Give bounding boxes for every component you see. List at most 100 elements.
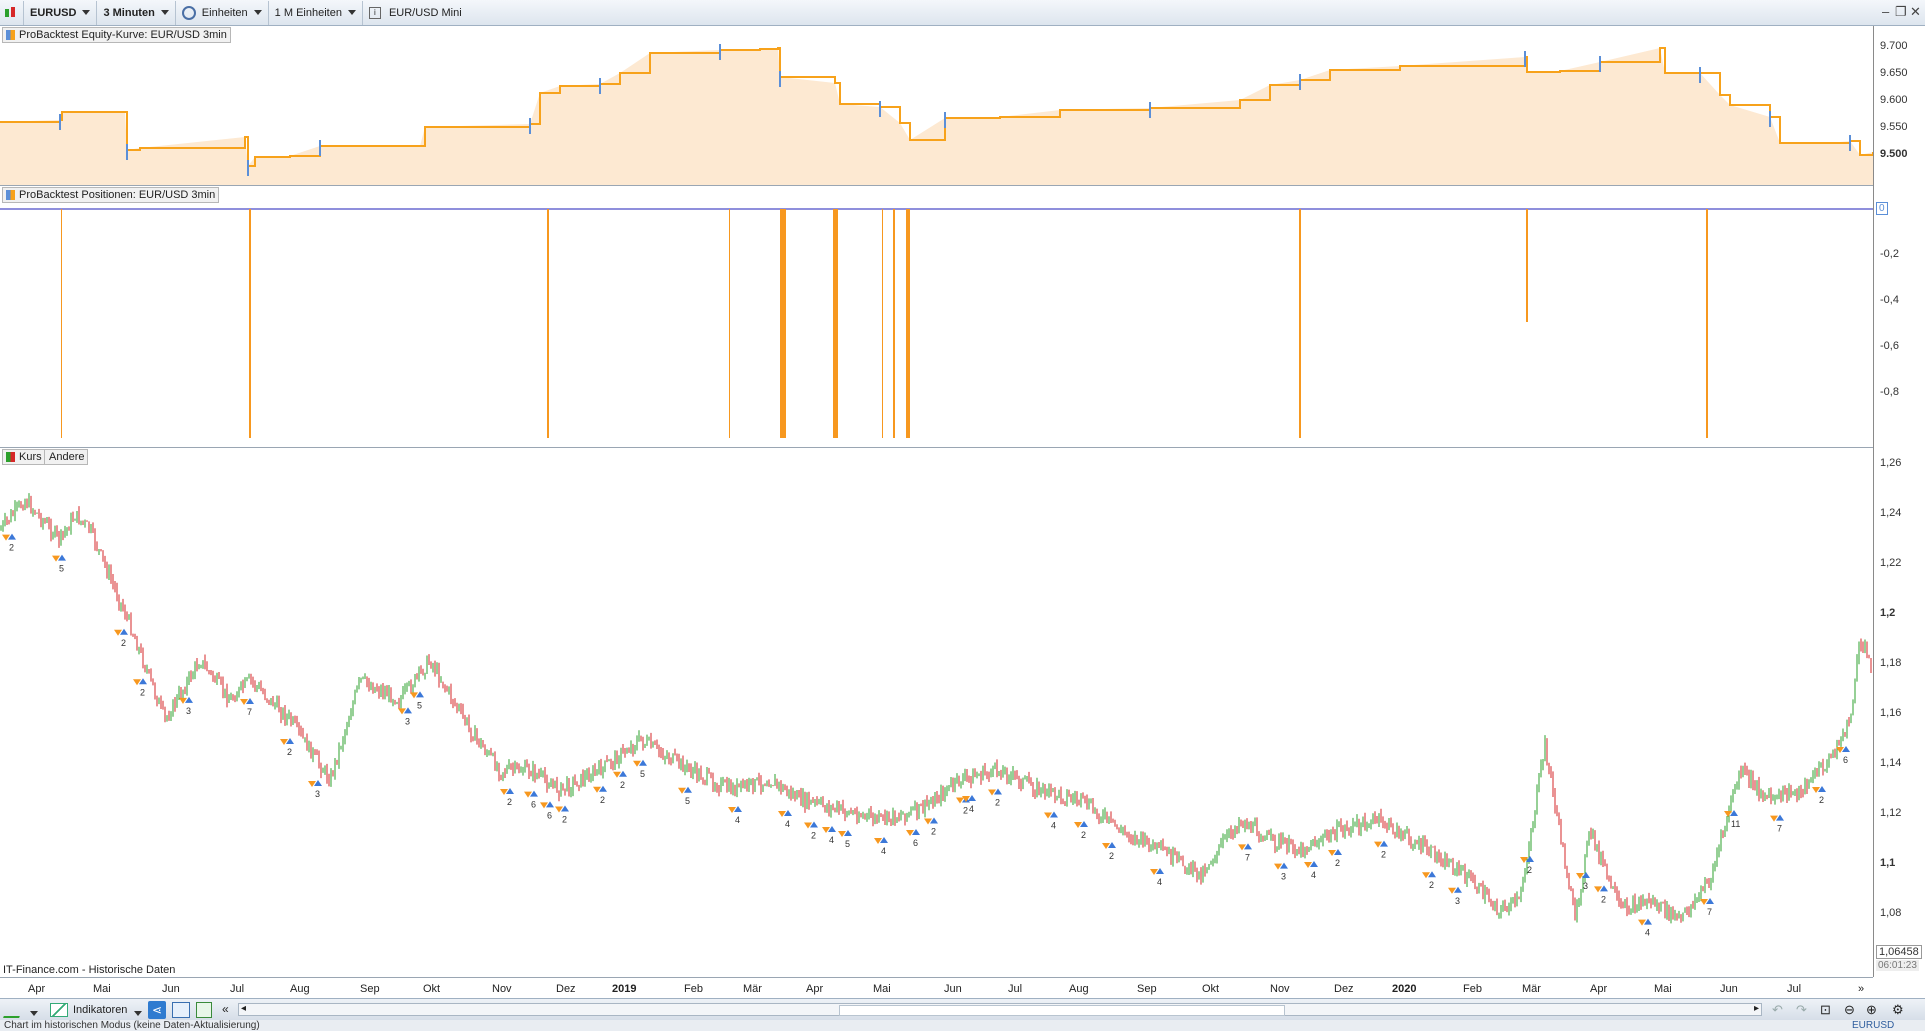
buy-arrow-icon — [546, 801, 554, 808]
status-symbol: EURUSD — [1852, 1020, 1895, 1031]
equity-panel-label[interactable]: ProBacktest Equity-Kurve: EUR/USD 3min — [2, 27, 231, 43]
buy-arrow-icon — [619, 770, 627, 777]
x-tick: Sep — [360, 983, 380, 995]
sell-arrow-icon — [1724, 811, 1732, 817]
sell-arrow-icon — [1328, 850, 1336, 856]
undo-icon[interactable]: ↶ — [1772, 1002, 1783, 1018]
trade-count-label: 2 — [1381, 850, 1386, 860]
x-tick: Okt — [423, 983, 441, 995]
equity-ytick: 9.500 — [1880, 148, 1908, 160]
positions-ytick: -0,8 — [1880, 386, 1899, 398]
x-tick: Sep — [1137, 983, 1157, 995]
price-ytick: 1,16 — [1880, 707, 1902, 719]
sell-arrow-icon — [822, 827, 830, 833]
trade-count-label: 3 — [1455, 896, 1460, 906]
collapse-left-icon[interactable]: « — [222, 1002, 229, 1016]
sell-arrow-icon — [1638, 919, 1646, 926]
trade-count-label: 7 — [1777, 824, 1782, 834]
current-price-label: 1,06458 — [1876, 945, 1922, 959]
buy-arrow-icon — [1334, 849, 1342, 855]
trade-count-label: 2 — [1527, 865, 1532, 875]
position-bar — [780, 209, 786, 438]
trade-count-label: 2 — [620, 780, 625, 790]
sell-arrow-icon — [956, 797, 964, 804]
trade-count-label: 2 — [811, 831, 816, 841]
x-tick: Feb — [684, 983, 703, 995]
chart-canvas[interactable]: 25223 723352 66 222554 42 4 54622 42422473 42223… — [0, 0, 1925, 1031]
panel-divider — [0, 977, 1873, 978]
zoom-out-icon[interactable]: ⊖ — [1844, 1002, 1855, 1018]
positions-panel-label[interactable]: ProBacktest Positionen: EUR/USD 3min — [2, 187, 220, 203]
trade-count-label: 6 — [913, 838, 918, 848]
sell-arrow-icon — [500, 789, 508, 795]
buy-arrow-icon — [530, 790, 538, 797]
position-bar — [1299, 209, 1301, 438]
trade-count-label: 2 — [562, 815, 567, 825]
scrollbar-thumb[interactable] — [839, 1005, 1285, 1016]
price-panel-tag-andere[interactable]: Andere — [44, 449, 89, 465]
layout-icon[interactable] — [172, 1002, 190, 1018]
price-plot — [0, 493, 1872, 924]
buy-arrow-icon — [1156, 868, 1164, 874]
buy-arrow-icon — [561, 805, 569, 812]
chevron-down-icon — [134, 1011, 142, 1016]
trade-count-label: 4 — [1157, 877, 1162, 887]
price-panel-tag-kurs[interactable]: Kurs — [2, 449, 46, 465]
redo-icon[interactable]: ↷ — [1796, 1002, 1807, 1018]
drawing-tools-icon[interactable] — [3, 1002, 25, 1018]
sell-arrow-icon — [633, 760, 641, 767]
x-tick: Feb — [1463, 983, 1482, 995]
x-tick: Jul — [230, 983, 245, 995]
trade-count-label: 4 — [785, 819, 790, 829]
equity-curve-plot — [0, 44, 1874, 185]
x-tick: Apr — [806, 983, 824, 995]
position-bar — [1706, 209, 1708, 438]
buy-arrow-icon — [1380, 840, 1388, 847]
positions-ytick: -0,2 — [1880, 248, 1899, 260]
buy-arrow-icon — [1050, 811, 1058, 818]
trade-count-label: 6 — [547, 810, 552, 820]
sell-arrow-icon — [410, 692, 418, 699]
zoom-fit-icon[interactable]: ⊡ — [1820, 1002, 1831, 1018]
trade-count-label: 5 — [685, 796, 690, 806]
sell-arrow-icon — [1812, 787, 1820, 793]
share-icon[interactable]: ⋖ — [148, 1001, 166, 1019]
x-tick: Jul — [1008, 983, 1023, 995]
indicators-dropdown[interactable] — [134, 1007, 142, 1019]
buy-arrow-icon — [734, 806, 742, 812]
scroll-right-arrow[interactable]: ▸ — [1754, 1003, 1759, 1014]
x-tick: Okt — [1202, 983, 1220, 995]
buy-arrow-icon — [880, 837, 888, 843]
position-bar — [893, 209, 895, 438]
scroll-left-arrow[interactable]: ◂ — [241, 1003, 246, 1014]
settings-icon[interactable]: ⚙ — [1892, 1002, 1904, 1018]
trade-count-label: 2 — [995, 798, 1000, 808]
price-ytick: 1,14 — [1880, 757, 1902, 769]
trade-count-label: 2 — [963, 806, 968, 816]
drawing-tools-dropdown[interactable] — [30, 1007, 38, 1019]
sell-arrow-icon — [114, 629, 122, 636]
position-bar — [1526, 209, 1528, 322]
position-bar — [547, 209, 549, 438]
zoom-in-icon[interactable]: ⊕ — [1866, 1002, 1877, 1018]
x-tick: Nov — [492, 983, 512, 995]
x-tick: Mai — [873, 983, 891, 995]
x-tick: Aug — [1069, 983, 1089, 995]
buy-arrow-icon — [416, 691, 424, 698]
trade-count-label: 2 — [9, 543, 14, 553]
trade-count-label: 2 — [1081, 830, 1086, 840]
trade-count-label: 2 — [1429, 880, 1434, 890]
strategy-icon[interactable] — [196, 1002, 212, 1018]
trade-count-label: 5 — [640, 769, 645, 779]
scroll-right-icon[interactable]: » — [1858, 983, 1864, 995]
sell-arrow-icon — [593, 786, 601, 793]
horizontal-scrollbar[interactable]: ◂ ▸ — [238, 1003, 1762, 1016]
chevron-down-icon — [30, 1011, 38, 1016]
trade-count-label: 2 — [931, 827, 936, 837]
sell-arrow-icon — [1074, 822, 1082, 828]
indicators-button[interactable]: Indikatoren — [50, 1001, 127, 1019]
sell-arrow-icon — [1374, 841, 1382, 848]
trade-count-label: 3 — [1583, 881, 1588, 891]
trade-count-label: 3 — [186, 706, 191, 716]
sell-arrow-icon — [52, 555, 60, 562]
